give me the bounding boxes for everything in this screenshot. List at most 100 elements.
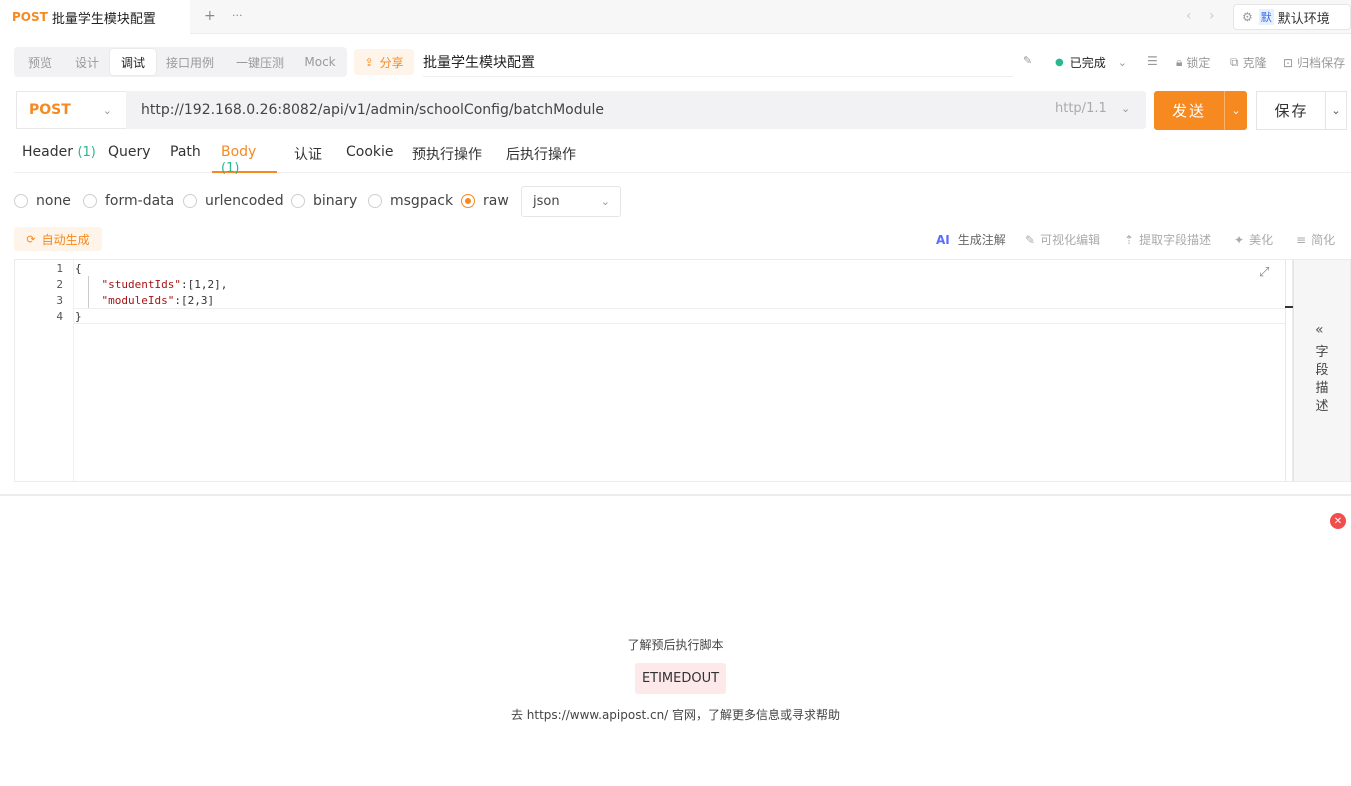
tab-auth[interactable]: 认证 [294, 144, 322, 173]
method-select[interactable]: POST ⌄ [16, 91, 126, 129]
mode-test-case[interactable]: 接口用例 [156, 49, 224, 75]
code-line: "studentIds":[1,2], [75, 278, 228, 291]
line-number: 1 [56, 262, 63, 275]
prev-tab-icon[interactable]: ‹ [1186, 8, 1192, 24]
auto-generate-button[interactable]: ⟳ 自动生成 [14, 227, 102, 251]
lock-label: 锁定 [1186, 56, 1211, 70]
archive-label: 归档保存 [1297, 56, 1346, 70]
radio-label: form-data [105, 193, 175, 209]
editor-scrollbar[interactable] [1285, 260, 1286, 481]
env-badge: 默 [1258, 9, 1274, 25]
tab-label: 后执行操作 [506, 147, 576, 163]
send-dropdown-button[interactable]: ⌄ [1224, 91, 1247, 130]
close-icon[interactable]: ✕ [1330, 513, 1346, 529]
edit-icon[interactable]: ✎ [1023, 54, 1032, 67]
mode-preview[interactable]: 预览 [16, 49, 64, 75]
beautify-button[interactable]: ✦ 美化 [1234, 231, 1273, 248]
code-editor[interactable]: 1 2 3 4 { "studentIds":[1,2], "moduleIds… [14, 259, 1293, 482]
expand-icon[interactable]: ⤢ [1259, 265, 1269, 280]
simplify-button[interactable]: ≡ 简化 [1296, 231, 1335, 248]
radio-circle [461, 194, 475, 208]
code-text: } [75, 310, 82, 323]
generate-comment-button[interactable]: AI 生成注解 [936, 231, 1006, 248]
radio-circle [83, 194, 97, 208]
api-name-input[interactable]: 批量学生模块配置 [423, 52, 535, 72]
add-tab-icon[interactable]: + [204, 8, 216, 24]
radio-form-data[interactable]: form-data [83, 193, 174, 209]
request-tab[interactable]: POST 批量学生模块配置 [0, 0, 190, 34]
method-label: POST [29, 102, 71, 118]
code-key: "moduleIds" [101, 294, 175, 307]
environment-select[interactable]: ⚙ 默 默认环境 [1233, 4, 1351, 30]
mode-switch: 预览 设计 调试 接口用例 一键压测 Mock [14, 47, 347, 77]
next-tab-icon[interactable]: › [1209, 8, 1215, 24]
list-icon[interactable]: ☰ [1147, 54, 1158, 68]
field-description-panel[interactable]: « 字段描述 [1293, 259, 1351, 482]
mode-design[interactable]: 设计 [64, 49, 110, 75]
tab-cookie[interactable]: Cookie [346, 144, 394, 173]
send-button[interactable]: 发送 [1154, 91, 1224, 130]
status-select[interactable]: ● 已完成 ⌄ [1055, 54, 1127, 71]
save-button[interactable]: 保存 [1256, 91, 1326, 130]
radio-binary[interactable]: binary [291, 193, 357, 209]
tab-pre-script[interactable]: 预执行操作 [412, 144, 482, 173]
protocol-select[interactable]: http/1.1 [1055, 101, 1107, 116]
env-label: 默认环境 [1277, 11, 1330, 27]
extract-desc-button[interactable]: ⇡ 提取字段描述 [1124, 231, 1211, 248]
tab-label: Path [170, 144, 201, 160]
generate-comment-label: 生成注解 [957, 233, 1006, 247]
mode-stress-test[interactable]: 一键压测 [224, 49, 296, 75]
simplify-icon: ≡ [1296, 232, 1307, 247]
tab-query[interactable]: Query [108, 144, 151, 173]
learn-script-link[interactable]: 了解预后执行脚本 [0, 636, 1351, 653]
tab-count: (1) [77, 145, 96, 160]
code-key: "studentIds" [101, 278, 181, 291]
radio-msgpack[interactable]: msgpack [368, 193, 453, 209]
code-line: "moduleIds":[2,3] [75, 294, 215, 307]
line-number: 2 [56, 278, 63, 291]
lock-button[interactable]: 🔒︎ 锁定 [1176, 54, 1210, 71]
radio-raw[interactable]: raw [461, 193, 509, 209]
line-number: 3 [56, 294, 63, 307]
radio-urlencoded[interactable]: urlencoded [183, 193, 284, 209]
chevron-down-icon: ⌄ [1121, 102, 1131, 115]
refresh-icon: ⟳ [26, 232, 36, 246]
field-description-label: 字段描述 [1315, 345, 1329, 414]
status-label: 已完成 [1069, 56, 1106, 70]
tab-method: POST [12, 10, 48, 24]
save-dropdown-button[interactable]: ⌄ [1325, 91, 1347, 130]
archive-button[interactable]: ⊡ 归档保存 [1283, 54, 1345, 71]
extract-icon: ⇡ [1124, 232, 1135, 247]
double-chevron-left-icon: « [1315, 322, 1324, 338]
more-icon[interactable]: ··· [232, 9, 243, 22]
code-value: :[2,3] [174, 294, 215, 307]
radio-none[interactable]: none [14, 193, 71, 209]
radio-circle [368, 194, 382, 208]
tab-path[interactable]: Path [170, 144, 201, 173]
mode-mock[interactable]: Mock [296, 49, 344, 75]
visual-edit-button[interactable]: ✎ 可视化编辑 [1025, 231, 1100, 248]
help-text: 去 https://www.apipost.cn/ 官网，了解更多信息或寻求帮助 [510, 708, 841, 722]
scroll-position-marker [1285, 306, 1293, 308]
tab-title: 批量学生模块配置 [51, 11, 156, 27]
tab-body[interactable]: Body (1) [212, 144, 277, 176]
radio-label: urlencoded [205, 193, 284, 209]
auto-generate-label: 自动生成 [41, 232, 90, 247]
tab-strip: POST 批量学生模块配置 + ··· ‹ › ⚙ 默 默认环境 [0, 0, 1351, 34]
tab-header[interactable]: Header (1) [22, 144, 96, 173]
radio-label: msgpack [390, 193, 454, 209]
tab-label: 认证 [294, 147, 322, 163]
panel-divider[interactable] [0, 494, 1351, 496]
format-select[interactable]: json ⌄ [521, 186, 621, 217]
chevron-down-icon: ⌄ [600, 195, 610, 208]
radio-circle [291, 194, 305, 208]
share-icon: ⇪ [364, 55, 374, 69]
radio-label: none [36, 193, 71, 209]
radio-label: binary [313, 193, 358, 209]
mode-debug[interactable]: 调试 [110, 49, 156, 75]
share-button[interactable]: ⇪ 分享 [354, 49, 414, 75]
tab-post-script[interactable]: 后执行操作 [506, 144, 576, 173]
simplify-label: 简化 [1311, 233, 1336, 247]
url-input[interactable]: http://192.168.0.26:8082/api/v1/admin/sc… [126, 91, 1146, 129]
clone-button[interactable]: ⧉ 克隆 [1230, 54, 1267, 71]
